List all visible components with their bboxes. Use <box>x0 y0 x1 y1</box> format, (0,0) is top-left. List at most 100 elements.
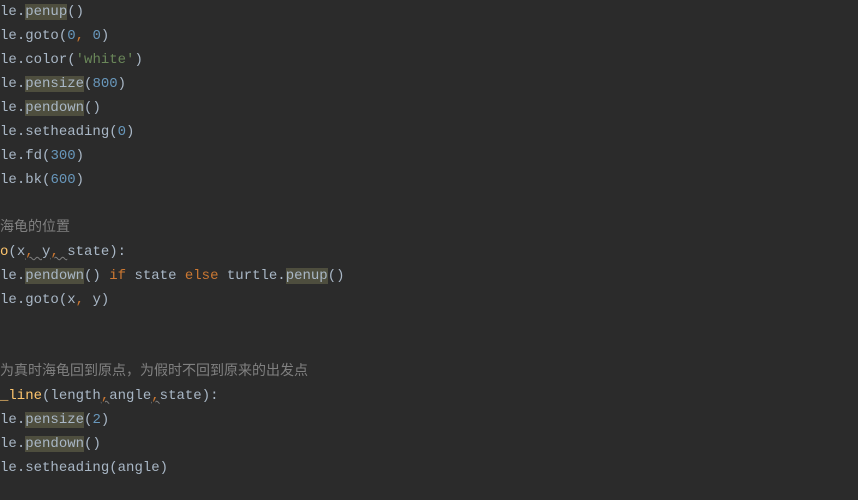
method-name: goto <box>25 292 59 308</box>
code-editor[interactable]: le.penup()le.goto(0, 0)le.color('white')… <box>0 0 858 480</box>
paren: ( <box>67 4 75 20</box>
code-line[interactable]: 海龟的位置 <box>0 216 858 240</box>
code-line[interactable]: _line(length,angle,state): <box>0 384 858 408</box>
object-ref: le <box>0 268 17 284</box>
variable: y <box>92 292 100 308</box>
dot: . <box>17 460 25 476</box>
string-literal: 'white' <box>76 52 135 68</box>
code-line[interactable]: le.pendown() if state else turtle.penup(… <box>0 264 858 288</box>
object-ref: le <box>0 292 17 308</box>
number-literal: 2 <box>92 412 100 428</box>
dot: . <box>17 412 25 428</box>
paren: ) <box>160 460 168 476</box>
comma: , <box>25 244 42 260</box>
paren: ( <box>109 460 117 476</box>
colon: : <box>210 388 218 404</box>
code-line[interactable]: le.pensize(2) <box>0 408 858 432</box>
paren: ) <box>134 52 142 68</box>
dot: . <box>17 124 25 140</box>
object-ref: le <box>0 460 17 476</box>
method-name: pendown <box>25 436 84 452</box>
paren: ) <box>101 412 109 428</box>
paren: ) <box>109 244 117 260</box>
object-ref: le <box>0 412 17 428</box>
method-name: pensize <box>25 412 84 428</box>
comma: , <box>101 388 109 404</box>
paren: ) <box>92 436 100 452</box>
code-line[interactable]: o(x, y, state): <box>0 240 858 264</box>
paren: ( <box>59 292 67 308</box>
object-ref: le <box>0 4 17 20</box>
object-ref: le <box>0 436 17 452</box>
comment: 为真时海龟回到原点，为假时不回到原来的出发点 <box>0 364 308 380</box>
dot: . <box>17 4 25 20</box>
paren: ) <box>76 148 84 164</box>
code-line[interactable]: le.penup() <box>0 0 858 24</box>
object-ref: le <box>0 172 17 188</box>
dot: . <box>277 268 285 284</box>
method-name: bk <box>25 172 42 188</box>
code-line[interactable]: le.goto(0, 0) <box>0 24 858 48</box>
paren: ) <box>92 100 100 116</box>
object-ref: le <box>0 148 17 164</box>
number-literal: 600 <box>50 172 75 188</box>
dot: . <box>17 76 25 92</box>
variable: state <box>126 268 185 284</box>
object-ref: turtle <box>218 268 277 284</box>
method-name: setheading <box>25 124 109 140</box>
object-ref: le <box>0 124 17 140</box>
dot: . <box>17 148 25 164</box>
method-name: pensize <box>25 76 84 92</box>
paren: ) <box>101 28 109 44</box>
colon: : <box>118 244 126 260</box>
code-line[interactable]: le.fd(300) <box>0 144 858 168</box>
method-name: pendown <box>25 100 84 116</box>
dot: . <box>17 292 25 308</box>
code-line[interactable]: le.bk(600) <box>0 168 858 192</box>
number-literal: 0 <box>92 28 100 44</box>
number-literal: 0 <box>118 124 126 140</box>
code-line[interactable]: le.pensize(800) <box>0 72 858 96</box>
dot: . <box>17 100 25 116</box>
object-ref: le <box>0 52 17 68</box>
code-line[interactable]: le.pendown() <box>0 432 858 456</box>
number-literal: 0 <box>67 28 75 44</box>
paren: ( <box>8 244 16 260</box>
paren: ( <box>109 124 117 140</box>
method-name: goto <box>25 28 59 44</box>
code-line[interactable]: le.pendown() <box>0 96 858 120</box>
comma: , <box>151 388 159 404</box>
parameter: state <box>67 244 109 260</box>
variable: x <box>67 292 75 308</box>
code-line[interactable] <box>0 192 858 216</box>
code-line[interactable]: le.setheading(0) <box>0 120 858 144</box>
paren: ) <box>126 124 134 140</box>
dot: . <box>17 436 25 452</box>
method-name: penup <box>286 268 328 284</box>
paren: ) <box>202 388 210 404</box>
parameter: length <box>50 388 100 404</box>
dot: . <box>17 268 25 284</box>
method-name: fd <box>25 148 42 164</box>
code-line[interactable]: le.setheading(angle) <box>0 456 858 480</box>
comma: , <box>76 292 93 308</box>
paren: ) <box>76 4 84 20</box>
comment: 海龟的位置 <box>0 220 70 236</box>
variable: angle <box>118 460 160 476</box>
paren: ( <box>59 28 67 44</box>
code-line[interactable]: 为真时海龟回到原点，为假时不回到原来的出发点 <box>0 360 858 384</box>
code-line[interactable]: le.goto(x, y) <box>0 288 858 312</box>
code-line[interactable]: le.color('white') <box>0 48 858 72</box>
number-literal: 800 <box>92 76 117 92</box>
object-ref: le <box>0 76 17 92</box>
keyword: if <box>109 268 126 284</box>
dot: . <box>17 52 25 68</box>
parameter: state <box>160 388 202 404</box>
code-line[interactable] <box>0 312 858 336</box>
paren: ) <box>118 76 126 92</box>
code-line[interactable] <box>0 336 858 360</box>
parameter: angle <box>109 388 151 404</box>
method-name: penup <box>25 4 67 20</box>
method-name: color <box>25 52 67 68</box>
paren: () <box>328 268 345 284</box>
